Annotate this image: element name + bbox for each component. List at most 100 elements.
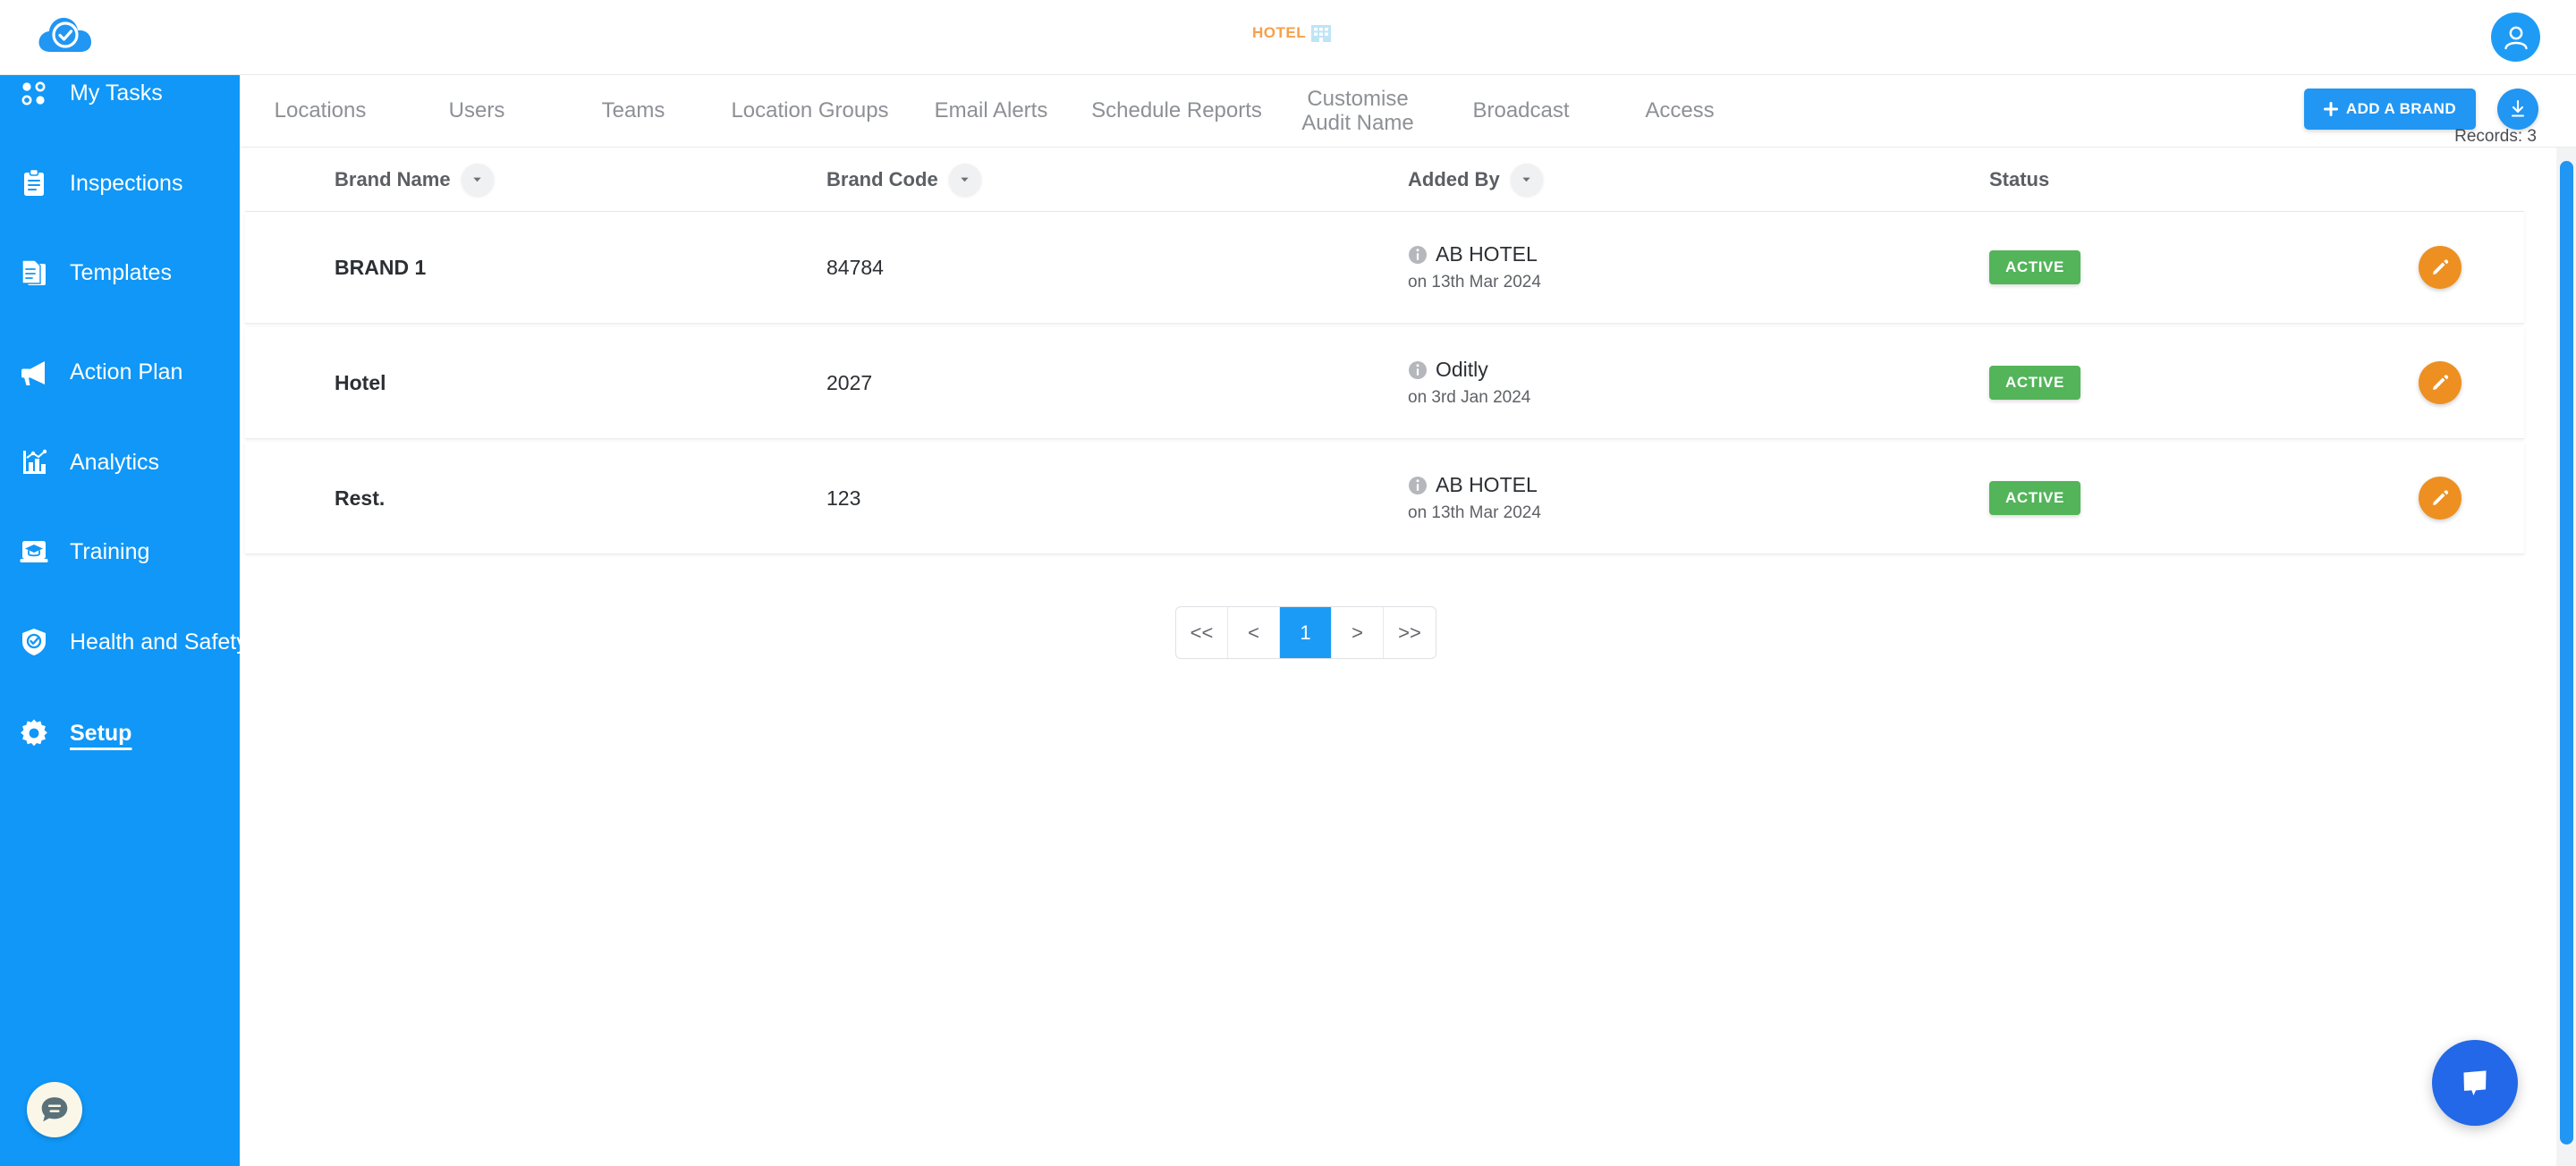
cell-brand-name: Rest. [335, 486, 386, 510]
column-header-label: Brand Name [335, 167, 451, 190]
pagination-next[interactable]: > [1332, 607, 1384, 658]
chevron-down-icon[interactable] [948, 163, 981, 196]
column-header-brand-code[interactable]: Brand Code [826, 163, 1408, 196]
shield-check-icon [14, 622, 54, 662]
pencil-icon [2433, 375, 2449, 390]
added-by-name: Oditly [1436, 358, 1488, 381]
download-button[interactable] [2497, 89, 2538, 130]
added-on-date: on 13th Mar 2024 [1408, 273, 1541, 292]
edit-row-button[interactable] [2419, 477, 2462, 520]
added-on-date: on 3rd Jan 2024 [1408, 388, 1531, 407]
sidebar-item-analytics[interactable]: Analytics [0, 435, 240, 489]
chevron-down-icon[interactable] [461, 163, 494, 196]
sidebar-item-label: Health and Safety [70, 629, 248, 655]
added-by-name: AB HOTEL [1436, 473, 1538, 496]
pagination-last[interactable]: >> [1384, 607, 1436, 658]
tab-broadcast[interactable]: Broadcast [1438, 98, 1604, 123]
cell-actions [2311, 361, 2524, 404]
sidebar-item-inspections[interactable]: Inspections [0, 156, 240, 210]
cell-brand-code: 2027 [826, 370, 873, 394]
pagination-first[interactable]: << [1176, 607, 1228, 658]
sub-nav-bar: Locations Users Teams Location Groups Em… [240, 75, 2576, 148]
bar-chart-icon [14, 443, 54, 482]
cell-added-by: AB HOTEL on 13th Mar 2024 [1408, 473, 1989, 523]
sidebar-item-health-and-safety[interactable]: Health and Safety [0, 615, 248, 669]
gear-icon [14, 714, 54, 753]
brand-logo: HOTEL [1252, 23, 1332, 43]
cloud-check-icon[interactable] [36, 13, 93, 61]
pencil-icon [2433, 490, 2449, 505]
cell-status: ACTIVE [1989, 250, 2311, 284]
page-scrollbar[interactable] [2556, 75, 2576, 1166]
cell-actions [2311, 477, 2524, 520]
add-a-brand-button[interactable]: ADD A BRAND [2303, 89, 2476, 130]
cell-brand-name: Hotel [335, 370, 386, 394]
sidebar-item-label: My Tasks [70, 80, 163, 106]
pagination: << < 1 > >> [1175, 606, 1436, 659]
column-header-status: Status [1989, 168, 2311, 191]
cell-added-by: AB HOTEL on 13th Mar 2024 [1408, 242, 1989, 292]
nav-tabs: Locations Users Teams Location Groups Em… [240, 75, 1756, 148]
cell-status: ACTIVE [1989, 366, 2311, 400]
cell-brand-code: 84784 [826, 255, 884, 279]
cell-brand-code: 123 [826, 486, 861, 510]
pencil-icon [2433, 259, 2449, 275]
column-header-label: Status [1989, 167, 2050, 190]
table-row[interactable]: Rest. 123 AB HOTEL on 13th Mar 2024 ACTI… [245, 443, 2524, 554]
added-by-name: AB HOTEL [1436, 242, 1538, 266]
sidebar-item-action-plan[interactable]: Action Plan [0, 345, 240, 399]
column-header-added-by[interactable]: Added By [1408, 163, 1989, 196]
sidebar-item-label: Setup [70, 720, 132, 746]
tab-customise-audit-name[interactable]: Customise Audit Name [1277, 87, 1438, 136]
sidebar-item-label: Training [70, 538, 150, 564]
sidebar-item-training[interactable]: Training [0, 525, 240, 579]
sidebar-item-templates[interactable]: Templates [0, 246, 240, 300]
tab-teams[interactable]: Teams [553, 98, 714, 123]
sidebar: My Tasks Inspections Templates Action Pl… [0, 73, 248, 1166]
clipboard-icon [14, 164, 54, 203]
cell-added-by: Oditly on 3rd Jan 2024 [1408, 358, 1989, 408]
user-avatar-icon [2504, 26, 2528, 49]
tab-schedule-reports[interactable]: Schedule Reports [1076, 98, 1277, 123]
sidebar-item-label: Inspections [70, 170, 183, 196]
edit-row-button[interactable] [2419, 246, 2462, 289]
tab-locations[interactable]: Locations [240, 98, 401, 123]
avatar[interactable] [2491, 13, 2540, 62]
chat-bubble-icon [2463, 1070, 2487, 1096]
cell-status: ACTIVE [1989, 481, 2311, 515]
sidebar-item-label: Templates [70, 259, 172, 285]
info-icon[interactable] [1408, 476, 1428, 495]
table-row[interactable]: Hotel 2027 Oditly on 3rd Jan 2024 ACTIVE [245, 327, 2524, 439]
added-on-date: on 13th Mar 2024 [1408, 503, 1541, 522]
megaphone-icon [14, 352, 54, 392]
edit-row-button[interactable] [2419, 361, 2462, 404]
download-icon [2511, 99, 2525, 117]
table-row[interactable]: BRAND 1 84784 AB HOTEL on 13th Mar 2024 … [245, 212, 2524, 324]
help-chat-button[interactable] [27, 1082, 82, 1137]
column-header-label: Brand Code [826, 167, 938, 190]
tab-location-groups[interactable]: Location Groups [714, 98, 906, 123]
status-badge: ACTIVE [1989, 250, 2080, 284]
brand-logo-text: HOTEL [1252, 24, 1307, 41]
top-bar: HOTEL [0, 0, 2576, 75]
pagination-prev[interactable]: < [1228, 607, 1280, 658]
info-icon[interactable] [1408, 245, 1428, 265]
dots-grid-icon [14, 73, 54, 113]
sidebar-item-label: Action Plan [70, 359, 183, 384]
tab-users[interactable]: Users [401, 98, 553, 123]
pagination-page-1[interactable]: 1 [1280, 607, 1332, 658]
sidebar-item-setup[interactable]: Setup [0, 706, 240, 760]
tab-access[interactable]: Access [1604, 98, 1756, 123]
tab-email-alerts[interactable]: Email Alerts [906, 98, 1076, 123]
chat-widget-button[interactable] [2432, 1040, 2518, 1126]
column-header-brand-name[interactable]: Brand Name [245, 163, 826, 196]
status-badge: ACTIVE [1989, 366, 2080, 400]
brands-table: Brand Name Brand Code Added By Status BR… [245, 148, 2524, 558]
status-badge: ACTIVE [1989, 481, 2080, 515]
column-header-label: Added By [1408, 167, 1500, 190]
chevron-down-icon[interactable] [1510, 163, 1543, 196]
scrollbar-thumb[interactable] [2560, 161, 2573, 1145]
info-icon[interactable] [1408, 360, 1428, 380]
cell-brand-name: BRAND 1 [335, 255, 427, 279]
plus-icon [2323, 102, 2338, 116]
